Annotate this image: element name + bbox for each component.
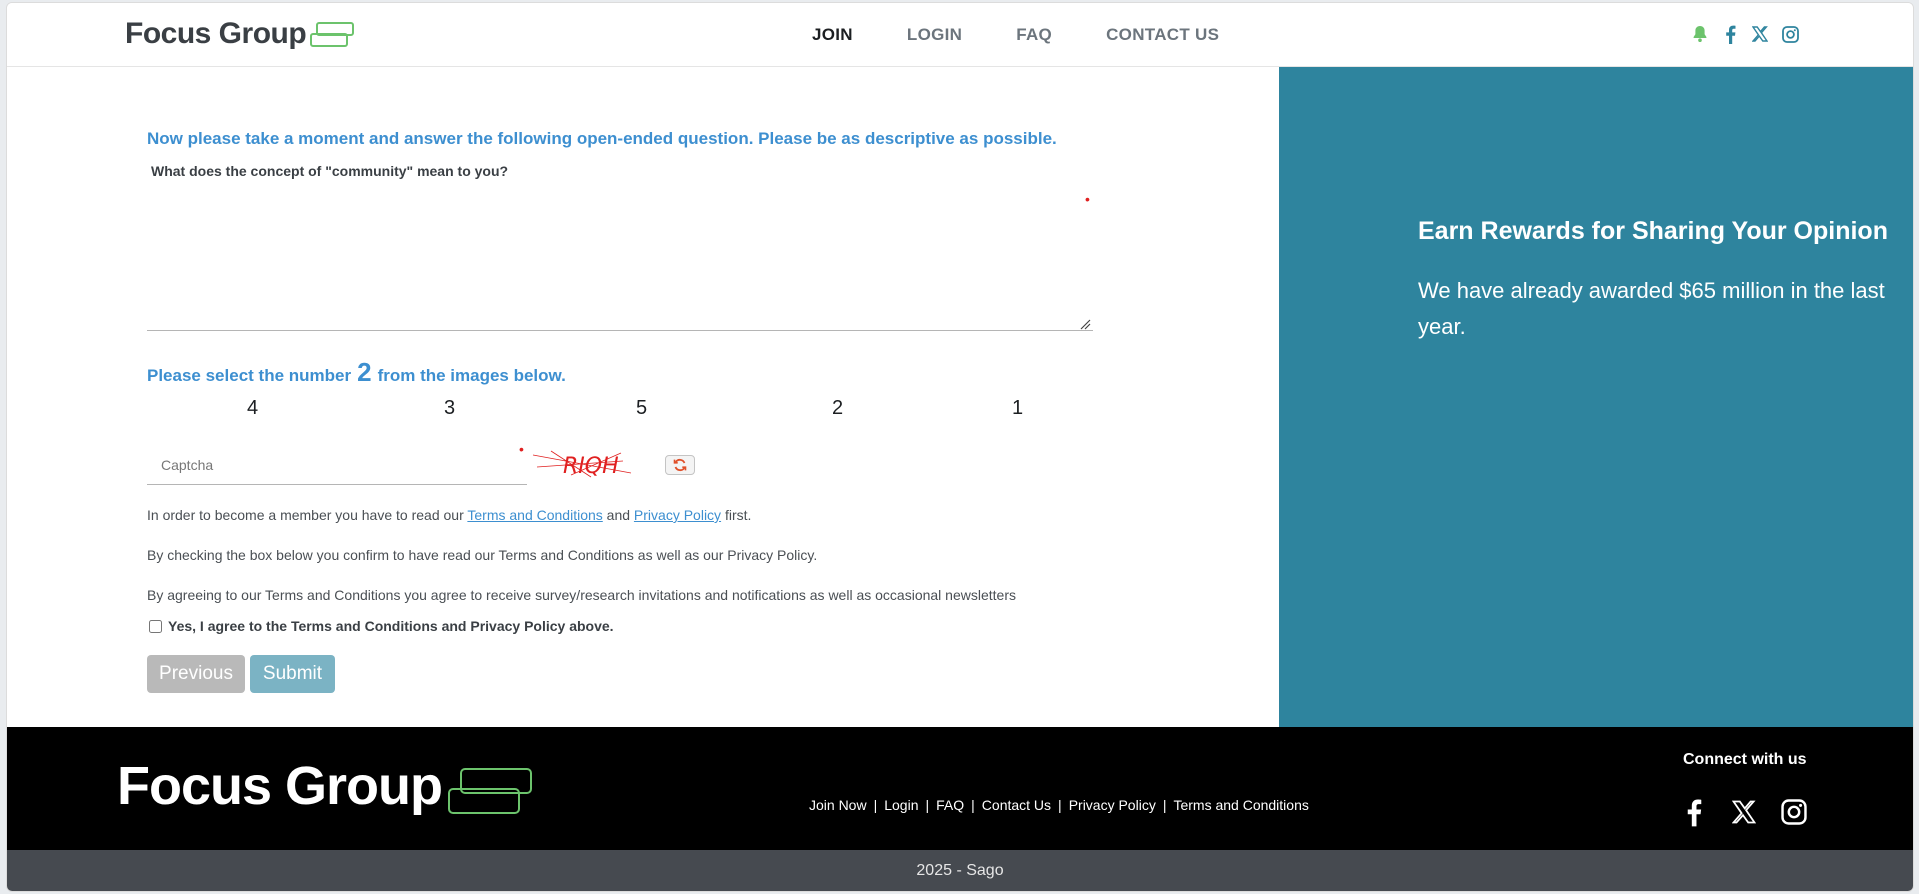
main-nav: JOIN LOGIN FAQ CONTACT US <box>812 25 1219 45</box>
footer-link-login[interactable]: Login <box>884 797 918 813</box>
captcha-image: RIQH <box>532 450 632 479</box>
privacy-link[interactable]: Privacy Policy <box>634 507 721 523</box>
x-icon[interactable] <box>1751 24 1769 44</box>
footer-separator: | <box>971 797 975 813</box>
select-suffix: from the images below. <box>377 366 566 385</box>
confirm-notice: By checking the box below you confirm to… <box>147 547 818 563</box>
bell-icon[interactable] <box>1691 24 1709 44</box>
svg-text:RIQH: RIQH <box>563 454 619 479</box>
nav-join[interactable]: JOIN <box>812 25 853 45</box>
resize-grip-icon[interactable] <box>1079 318 1091 330</box>
number-option[interactable]: 4 <box>247 397 258 420</box>
nav-contact-us[interactable]: CONTACT US <box>1106 25 1219 45</box>
survey-form: Now please take a moment and answer the … <box>7 67 1279 727</box>
refresh-icon <box>673 458 687 472</box>
nav-login[interactable]: LOGIN <box>907 25 962 45</box>
number-select-prompt: Please select the number 2 from the imag… <box>147 357 566 388</box>
site-footer: Focus Group Join Now | Login | FAQ | Contac… <box>7 727 1913 850</box>
logo-mark-icon <box>310 21 356 49</box>
promo-title: Earn Rewards for Sharing Your Opinion <box>1418 217 1888 245</box>
header-social <box>1691 24 1799 44</box>
facebook-icon[interactable] <box>1721 24 1739 44</box>
number-option[interactable]: 2 <box>832 397 843 420</box>
captcha-refresh-button[interactable] <box>665 455 695 475</box>
connect-heading: Connect with us <box>1683 751 1807 768</box>
submit-button[interactable]: Submit <box>250 655 335 693</box>
agree-checkbox-label: Yes, I agree to the Terms and Conditions… <box>168 618 614 634</box>
footer-logo[interactable]: Focus Group <box>117 755 532 817</box>
footer-link-terms[interactable]: Terms and Conditions <box>1173 797 1308 813</box>
previous-button[interactable]: Previous <box>147 655 245 693</box>
header-logo[interactable]: Focus Group <box>125 17 356 51</box>
logo-text: Focus Group <box>125 17 307 50</box>
footer-separator: | <box>1162 797 1167 813</box>
page-frame: Focus Group JOIN LOGIN FAQ CONTACT US No… <box>6 2 1914 892</box>
terms-notice-suffix: first. <box>724 507 752 523</box>
copyright-text: 2025 - Sago <box>916 862 1004 879</box>
newsletter-notice: By agreeing to our Terms and Conditions … <box>147 587 1016 603</box>
captcha-input[interactable] <box>147 445 527 485</box>
instagram-icon[interactable] <box>1781 797 1807 827</box>
footer-social <box>1681 797 1807 827</box>
select-target-number: 2 <box>357 357 372 387</box>
footer-link-privacy-policy[interactable]: Privacy Policy <box>1069 797 1156 813</box>
terms-notice: In order to become a member you have to … <box>147 507 751 523</box>
question-label: What does the concept of "community" mea… <box>151 163 509 179</box>
x-icon[interactable] <box>1731 797 1757 827</box>
site-header: Focus Group JOIN LOGIN FAQ CONTACT US <box>7 3 1913 67</box>
footer-link-contact-us[interactable]: Contact Us <box>982 797 1051 813</box>
promo-panel: Earn Rewards for Sharing Your Opinion We… <box>1279 67 1913 727</box>
number-option[interactable]: 5 <box>636 397 647 420</box>
terms-notice-and: and <box>606 507 631 523</box>
number-option[interactable]: 1 <box>1012 397 1023 420</box>
question-heading: Now please take a moment and answer the … <box>147 129 1057 148</box>
footer-logo-text: Focus Group <box>117 756 443 816</box>
footer-separator: | <box>1058 797 1062 813</box>
number-option[interactable]: 3 <box>444 397 455 420</box>
terms-notice-prefix: In order to become a member you have to … <box>147 507 464 523</box>
footer-link-join-now[interactable]: Join Now <box>809 797 867 813</box>
footer-logo-mark-icon <box>448 768 532 816</box>
footer-separator: | <box>925 797 930 813</box>
answer-textarea[interactable] <box>147 191 1093 331</box>
footer-separator: | <box>873 797 878 813</box>
terms-link[interactable]: Terms and Conditions <box>467 507 602 523</box>
agree-checkbox-row[interactable]: Yes, I agree to the Terms and Conditions… <box>149 618 614 634</box>
nav-faq[interactable]: FAQ <box>1016 25 1052 45</box>
select-prefix: Please select the number <box>147 366 352 385</box>
footer-links: Join Now | Login | FAQ | Contact Us | Privac… <box>809 797 1309 813</box>
agree-checkbox[interactable] <box>149 619 162 633</box>
copyright-bar: 2025 - Sago <box>7 850 1913 891</box>
instagram-icon[interactable] <box>1781 24 1799 44</box>
footer-link-faq[interactable]: FAQ <box>936 797 964 813</box>
required-marker: • <box>519 441 524 457</box>
facebook-icon[interactable] <box>1681 797 1707 827</box>
promo-text: We have already awarded $65 million in t… <box>1418 278 1885 339</box>
